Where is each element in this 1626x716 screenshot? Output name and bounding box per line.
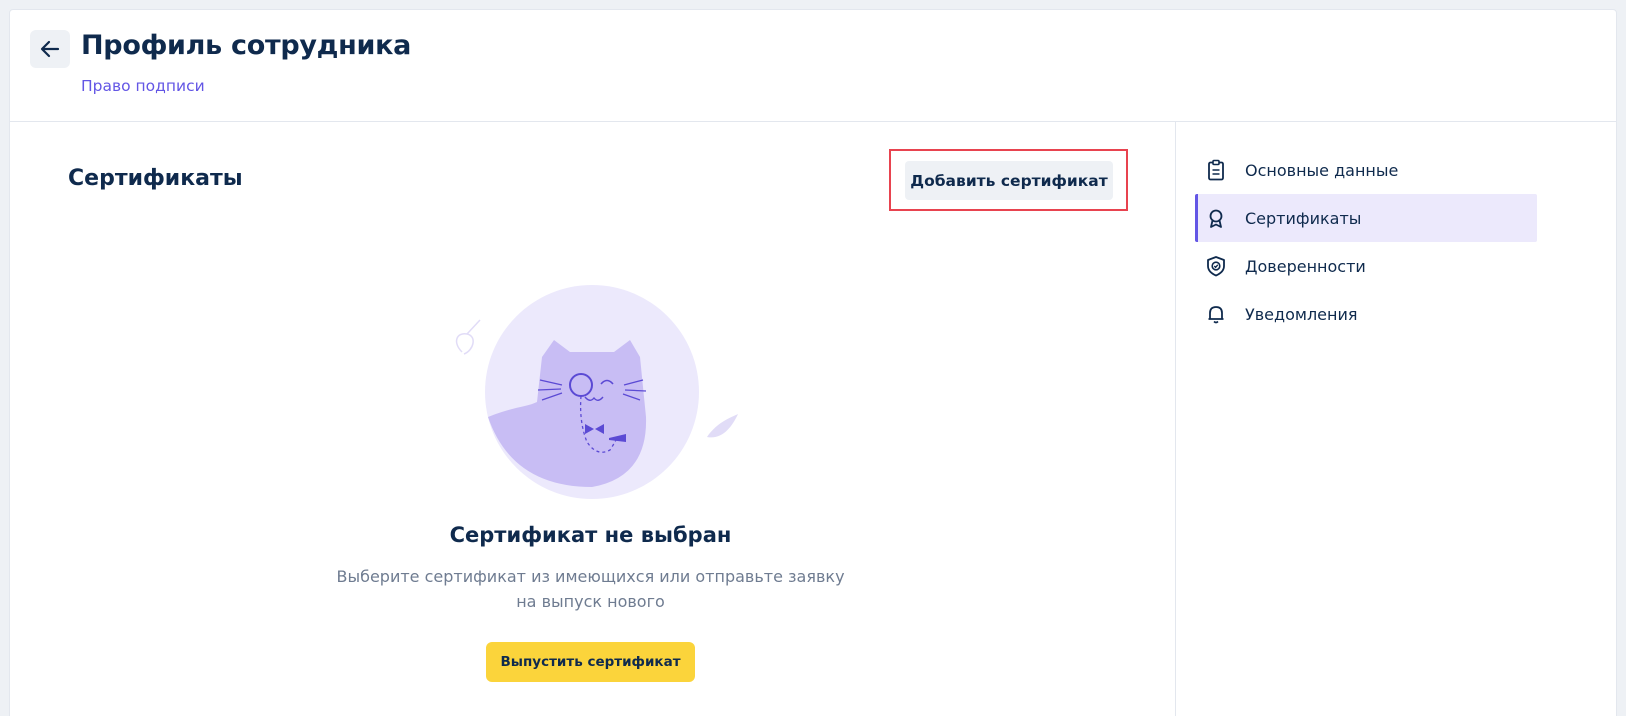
sidebar-item-notifications[interactable]: Уведомления [1195,290,1537,338]
add-certificate-button[interactable]: Добавить сертификат [905,161,1113,200]
empty-state-text-line1: Выберите сертификат из имеющихся или отп… [336,567,845,586]
shield-icon [1207,256,1225,277]
empty-state-text: Выберите сертификат из имеющихся или отп… [328,564,853,614]
profile-card: Профиль сотрудника Право подписи Сертифи… [9,9,1617,716]
arrow-left-icon [40,40,60,58]
empty-state-title: Сертификат не выбран [449,523,732,547]
clipboard-icon [1208,159,1224,181]
main-content: Сертификаты Добавить сертификат Сертифик… [10,122,1176,716]
section-title: Сертификаты [68,166,243,191]
award-icon [1209,209,1223,228]
issue-certificate-button[interactable]: Выпустить сертификат [486,642,695,682]
sidebar-item-label: Доверенности [1245,256,1366,276]
sidebar-nav: Основные данные Сертификаты Доверенности… [1195,146,1537,338]
back-button[interactable] [30,30,70,68]
empty-state-text-line2: на выпуск нового [516,592,665,611]
sidebar-item-certificates[interactable]: Сертификаты [1195,194,1537,242]
sidebar-item-label: Основные данные [1245,160,1399,180]
cat-illustration [455,285,738,499]
sidebar-item-powers-of-attorney[interactable]: Доверенности [1195,242,1537,290]
signature-right-link[interactable]: Право подписи [81,77,205,95]
sidebar-item-label: Уведомления [1245,304,1358,324]
bell-icon [1208,306,1224,324]
page-title: Профиль сотрудника [81,30,412,61]
sidebar-item-basic-data[interactable]: Основные данные [1195,146,1537,194]
page-header: Профиль сотрудника Право подписи [10,10,1616,122]
sidebar-item-label: Сертификаты [1245,208,1362,228]
